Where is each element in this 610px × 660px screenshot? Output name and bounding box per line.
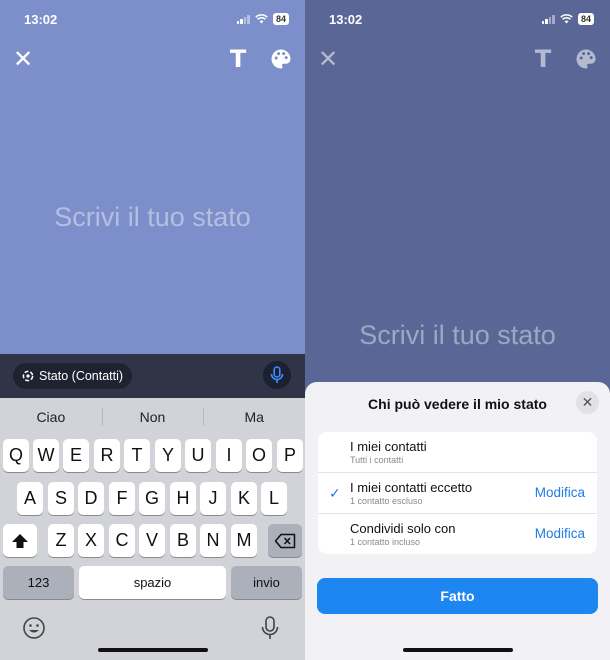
palette-icon[interactable]: [268, 46, 294, 72]
option-my-contacts[interactable]: I miei contatti Tutti i contatti: [318, 432, 597, 472]
home-indicator: [97, 648, 208, 652]
battery-indicator: 84: [577, 13, 594, 25]
signal-icon: [541, 14, 555, 24]
space-key[interactable]: spazio: [79, 566, 226, 599]
status-text-input[interactable]: Scrivi il tuo stato: [305, 320, 610, 351]
suggestion-1[interactable]: Ciao: [0, 398, 102, 436]
key-z[interactable]: Z: [48, 524, 74, 557]
key-e[interactable]: E: [63, 439, 89, 472]
battery-indicator: 84: [272, 13, 289, 25]
key-c[interactable]: C: [109, 524, 135, 557]
key-t[interactable]: T: [124, 439, 150, 472]
palette-icon[interactable]: [573, 46, 599, 72]
option-subtitle: Tutti i contatti: [350, 455, 404, 465]
key-k[interactable]: K: [231, 482, 257, 515]
close-icon[interactable]: ✕: [315, 46, 341, 73]
key-p[interactable]: P: [277, 439, 303, 472]
close-icon[interactable]: ✕: [10, 46, 36, 73]
key-j[interactable]: J: [200, 482, 226, 515]
status-editor-screen: 13:02 84 ✕ T Scrivi il tuo stato Stato (…: [0, 0, 305, 660]
signal-icon: [236, 14, 250, 24]
voice-input-button[interactable]: [263, 361, 291, 389]
privacy-sheet: Chi può vedere il mio stato ✕ I miei con…: [305, 382, 610, 660]
edit-excluded-link[interactable]: Modifica: [535, 485, 585, 500]
key-q[interactable]: Q: [3, 439, 29, 472]
return-key[interactable]: invio: [231, 566, 302, 599]
key-n[interactable]: N: [200, 524, 226, 557]
text-style-icon[interactable]: T: [225, 45, 251, 73]
sheet-title: Chi può vedere il mio stato: [368, 396, 547, 412]
audience-bar: Stato (Contatti): [0, 354, 305, 398]
status-bar: 13:02 84: [305, 0, 610, 38]
key-r[interactable]: R: [94, 439, 120, 472]
edit-included-link[interactable]: Modifica: [535, 526, 585, 541]
status-bar: 13:02 84: [0, 0, 305, 38]
key-f[interactable]: F: [109, 482, 135, 515]
text-style-icon[interactable]: T: [530, 45, 556, 73]
checkmark-icon: ✓: [329, 485, 341, 501]
status-icons: 84: [541, 13, 594, 25]
home-indicator: [402, 648, 513, 652]
backspace-key[interactable]: [268, 524, 302, 557]
status-ring-icon: [22, 370, 34, 382]
key-a[interactable]: A: [17, 482, 43, 515]
emoji-icon[interactable]: [22, 616, 46, 640]
key-i[interactable]: I: [216, 439, 242, 472]
option-subtitle: 1 contatto incluso: [350, 537, 421, 547]
status-icons: 84: [236, 13, 289, 25]
key-m[interactable]: M: [231, 524, 257, 557]
option-subtitle: 1 contatto escluso: [350, 496, 423, 506]
status-text-input[interactable]: Scrivi il tuo stato: [0, 202, 305, 233]
option-share-only-with[interactable]: Condividi solo con 1 contatto incluso Mo…: [318, 513, 597, 554]
key-b[interactable]: B: [170, 524, 196, 557]
wifi-icon: [560, 14, 573, 24]
key-g[interactable]: G: [139, 482, 165, 515]
status-time: 13:02: [329, 12, 363, 27]
key-w[interactable]: W: [33, 439, 59, 472]
option-title: I miei contatti: [350, 439, 427, 454]
backspace-icon: [274, 533, 296, 548]
audience-options: I miei contatti Tutti i contatti ✓ I mie…: [318, 432, 597, 554]
keyboard: Ciao Non Ma Q W E R T Y U I O P A S D F …: [0, 398, 305, 660]
key-l[interactable]: L: [261, 482, 287, 515]
suggestion-3[interactable]: Ma: [203, 398, 305, 436]
privacy-sheet-screen: 13:02 84 ✕ T Scrivi il tuo stato Chi può…: [305, 0, 610, 660]
suggestion-2[interactable]: Non: [101, 398, 204, 436]
option-title: Condividi solo con: [350, 521, 456, 536]
option-contacts-except[interactable]: ✓ I miei contatti eccetto 1 contatto esc…: [318, 472, 597, 513]
numbers-key[interactable]: 123: [3, 566, 74, 599]
key-v[interactable]: V: [139, 524, 165, 557]
audience-chip-label: Stato (Contatti): [39, 369, 124, 383]
wifi-icon: [255, 14, 268, 24]
status-time: 13:02: [24, 12, 58, 27]
key-u[interactable]: U: [185, 439, 211, 472]
dictation-icon[interactable]: [260, 615, 280, 641]
key-s[interactable]: S: [48, 482, 74, 515]
screens: 13:02 84 ✕ T Scrivi il tuo stato Stato (…: [0, 0, 610, 660]
shift-key[interactable]: [3, 524, 37, 557]
sheet-close-icon[interactable]: ✕: [576, 391, 599, 414]
shift-icon: [12, 533, 28, 548]
key-x[interactable]: X: [78, 524, 104, 557]
audience-chip[interactable]: Stato (Contatti): [13, 363, 133, 389]
key-o[interactable]: O: [246, 439, 272, 472]
microphone-icon: [270, 366, 284, 383]
suggestion-bar: Ciao Non Ma: [0, 398, 305, 436]
key-d[interactable]: D: [78, 482, 104, 515]
key-y[interactable]: Y: [155, 439, 181, 472]
option-title: I miei contatti eccetto: [350, 480, 473, 495]
key-h[interactable]: H: [170, 482, 196, 515]
done-button[interactable]: Fatto: [317, 578, 598, 614]
